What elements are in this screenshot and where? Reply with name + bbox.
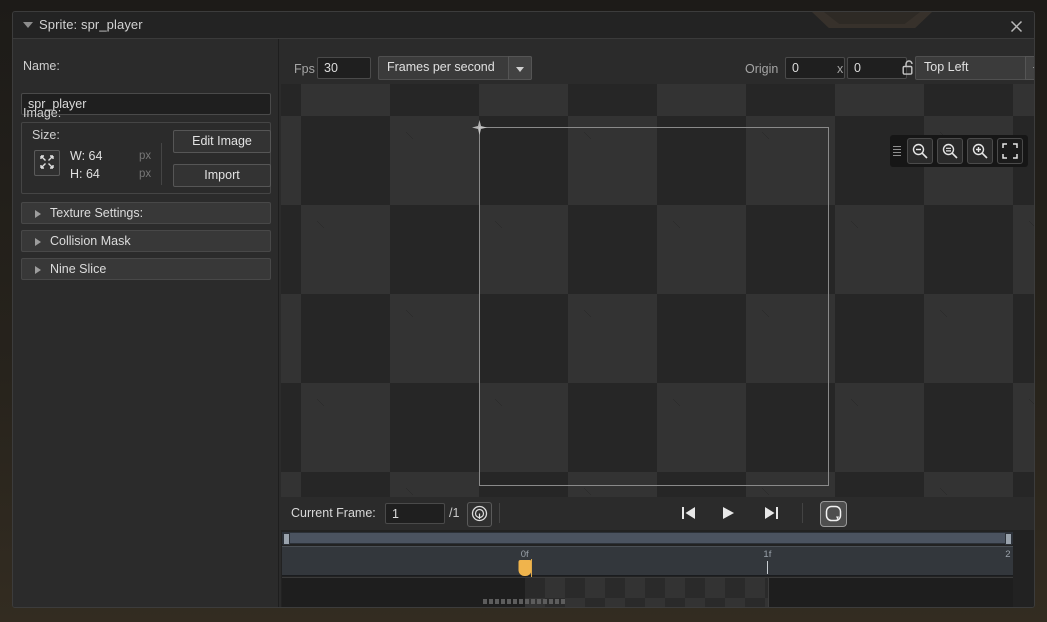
size-label: Size: (32, 128, 60, 142)
drag-grip-icon[interactable] (893, 143, 903, 159)
play-glyph (723, 507, 734, 519)
window-titlebar: Sprite: spr_player (13, 12, 1034, 39)
toolbar-separator (802, 503, 803, 523)
current-frame-label: Current Frame: (291, 506, 376, 520)
origin-separator-label: x (837, 62, 844, 76)
loop-glyph (825, 505, 842, 522)
toolbar-separator (499, 503, 500, 523)
origin-preset-selected-label: Top Left (924, 60, 969, 74)
padlock-open-glyph (902, 60, 913, 75)
chevron-right-icon (35, 266, 41, 274)
fps-input[interactable] (317, 57, 371, 79)
onion-skin-glyph (471, 505, 488, 522)
sprite-toolbar: Fps Frames per second Origin x (279, 39, 1034, 84)
skip-to-first-icon[interactable] (676, 503, 700, 524)
sprite-editor-window: Sprite: spr_player Name: Image: Size: (12, 11, 1035, 608)
playhead-handle[interactable] (518, 560, 532, 576)
window-title: Sprite: spr_player (39, 17, 143, 32)
editor-main-area: Fps Frames per second Origin x (279, 39, 1034, 607)
name-label: Name: (23, 59, 60, 73)
origin-x-input[interactable] (785, 57, 845, 79)
chevron-right-icon (35, 238, 41, 246)
resize-arrows-icon[interactable] (34, 150, 60, 176)
play-icon[interactable] (716, 503, 740, 524)
timeline-track[interactable] (282, 577, 1013, 607)
sprite-height-value: H: 64 (70, 167, 100, 181)
tab-notch-decoration-inner (824, 12, 920, 24)
zoom-reset-glyph (942, 143, 958, 159)
image-size-group: Size: W: 64 H: 64 px px Edit Image Impor… (21, 122, 271, 194)
resize-arrows-glyph (40, 155, 54, 169)
ruler-tick-label: 1f (763, 549, 772, 560)
zoom-in-icon[interactable] (967, 138, 993, 164)
desktop-backdrop: Sprite: spr_player Name: Image: Size: (0, 0, 1047, 622)
section-collision-mask[interactable]: Collision Mask (21, 230, 271, 252)
total-frames-label: /1 (449, 506, 460, 520)
chevron-down-glyph (1033, 67, 1034, 72)
height-unit-label: px (139, 168, 152, 180)
chevron-down-icon[interactable] (1025, 56, 1034, 80)
section-texture-settings[interactable]: Texture Settings: (21, 202, 271, 224)
triangle-up-icon[interactable] (23, 22, 33, 28)
frame-control-bar: Current Frame: /1 (281, 497, 1034, 530)
chevron-down-glyph (516, 67, 524, 72)
origin-preset-select[interactable]: Top Left (915, 56, 1034, 80)
chevron-right-icon (35, 210, 41, 218)
current-frame-input[interactable] (385, 503, 445, 524)
fps-label: Fps (294, 62, 315, 76)
timeline-ruler[interactable]: 0f 1f 2 (282, 546, 1013, 576)
ruler-tick-label: 0f (520, 549, 529, 560)
zoom-in-glyph (972, 143, 988, 159)
skip-to-last-icon[interactable] (759, 503, 783, 524)
chevron-down-icon[interactable] (508, 56, 532, 80)
sprite-canvas[interactable] (281, 84, 1034, 497)
loop-icon[interactable] (820, 501, 847, 527)
section-nine-slice[interactable]: Nine Slice (21, 258, 271, 280)
fit-to-screen-glyph (1002, 143, 1018, 159)
edit-image-button[interactable]: Edit Image (173, 130, 271, 153)
ruler-tick-label: 2 (1005, 549, 1011, 560)
section-label: Collision Mask (50, 234, 131, 248)
animation-timeline: 0f 1f 2 (281, 530, 1034, 607)
timeline-range-slider[interactable] (282, 532, 1013, 545)
group-divider (161, 143, 162, 185)
image-label: Image: (23, 106, 62, 120)
skip-to-first-glyph (681, 507, 695, 519)
range-right-handle[interactable] (1005, 533, 1012, 545)
fit-to-screen-icon[interactable] (997, 138, 1023, 164)
zoom-reset-icon[interactable] (937, 138, 963, 164)
range-left-handle[interactable] (283, 533, 290, 545)
zoom-out-glyph (912, 143, 928, 159)
fps-mode-select[interactable]: Frames per second (378, 56, 532, 80)
properties-panel: Name: Image: Size: W: 64 H: 64 px px (13, 39, 279, 607)
ruler-tick-mark (767, 561, 769, 574)
zoom-toolbar (890, 135, 1028, 167)
width-unit-label: px (139, 150, 152, 162)
zoom-out-icon[interactable] (907, 138, 933, 164)
section-label: Texture Settings: (50, 206, 144, 220)
section-label: Nine Slice (50, 262, 107, 276)
fps-mode-selected-label: Frames per second (387, 60, 495, 74)
import-button[interactable]: Import (173, 164, 271, 187)
close-icon (1010, 20, 1022, 33)
close-button[interactable] (1004, 15, 1028, 36)
skip-to-last-glyph (764, 507, 778, 519)
onion-skin-icon[interactable] (467, 502, 492, 527)
origin-label: Origin (745, 62, 779, 76)
sprite-width-value: W: 64 (70, 149, 103, 163)
window-resize-grip[interactable] (481, 598, 567, 605)
